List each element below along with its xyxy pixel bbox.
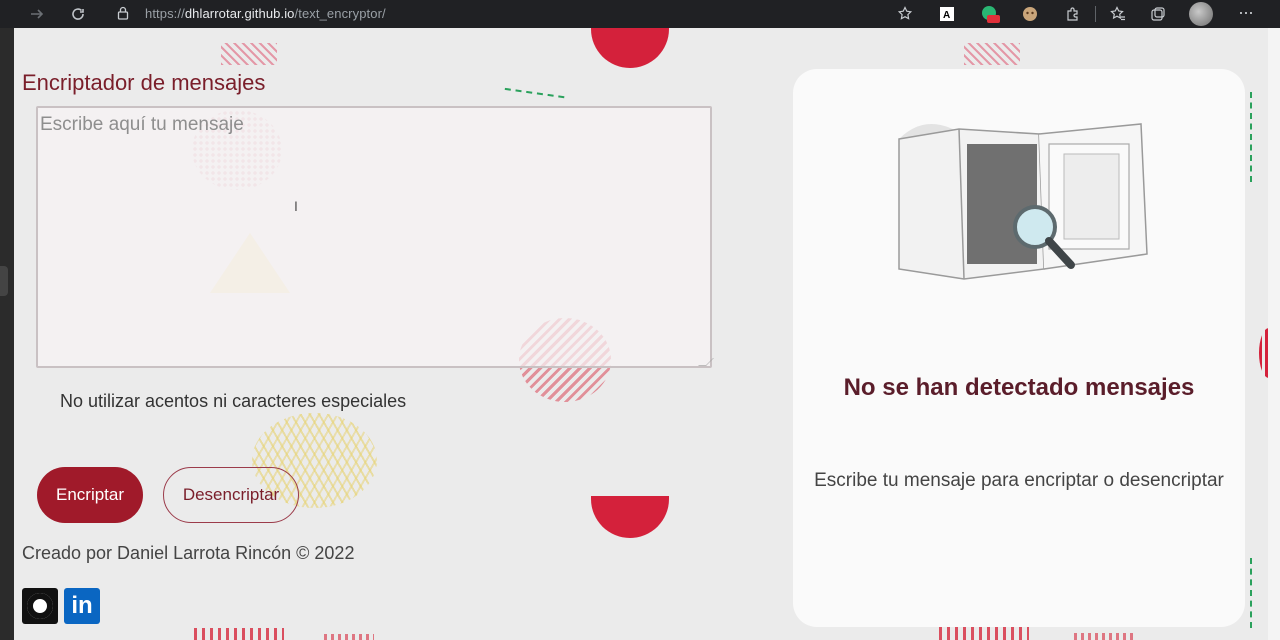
site-settings-icon[interactable] <box>895 4 915 24</box>
svg-text:A: A <box>943 10 950 21</box>
decor-cross-pattern <box>194 628 284 640</box>
decor-wave <box>964 43 1020 65</box>
decrypt-button[interactable]: Desencriptar <box>163 467 299 523</box>
lock-icon <box>116 6 130 20</box>
text-cursor-icon: I <box>294 198 298 214</box>
cookie-extension-icon[interactable] <box>1020 4 1040 24</box>
input-hint: No utilizar acentos ni caracteres especi… <box>60 391 407 411</box>
decor-dashed-line <box>1250 92 1252 182</box>
decor-cross-pattern <box>1074 633 1134 640</box>
page-content: Encriptador de mensajes I No utilizar ac… <box>14 28 1268 640</box>
extensions-puzzle-icon[interactable] <box>1063 4 1083 24</box>
output-card: No se han detectado mensajes Escribe tu … <box>793 69 1245 627</box>
address-bar[interactable]: https://dhlarrotar.github.io/text_encryp… <box>145 6 386 21</box>
decor-wave <box>221 43 277 65</box>
font-extension-icon[interactable]: A <box>937 4 957 24</box>
linkedin-icon[interactable]: in <box>64 588 100 624</box>
decor-dashed-line <box>1250 558 1252 628</box>
decor-dashed-line <box>503 87 565 107</box>
decor-red-semicircle <box>591 28 669 68</box>
favorites-icon[interactable] <box>1108 4 1128 24</box>
decor-cross-pattern <box>324 634 374 640</box>
extension-off-icon[interactable] <box>980 4 1000 24</box>
url-host: dhlarrotar.github.io <box>184 6 295 21</box>
open-safe-illustration <box>898 123 1148 280</box>
url-scheme: https:// <box>145 6 185 21</box>
footer-credit: Creado por Daniel Larrota Rincón © 2022 <box>22 543 355 563</box>
decor-striped-circle <box>1259 328 1268 378</box>
page-title: Encriptador de mensajes <box>22 70 266 95</box>
empty-state-title: No se han detectado mensajes <box>843 374 1195 401</box>
decor-cross-pattern <box>939 625 1029 640</box>
empty-state-subtitle: Escribe tu mensaje para encriptar o dese… <box>814 470 1224 491</box>
more-menu-icon[interactable]: ··· <box>1238 2 1254 23</box>
github-icon[interactable] <box>22 588 58 624</box>
browser-toolbar: https://dhlarrotar.github.io/text_encryp… <box>0 0 1280 28</box>
encrypt-button[interactable]: Encriptar <box>37 467 143 523</box>
reload-icon[interactable] <box>67 3 89 25</box>
profile-avatar[interactable] <box>1189 2 1213 26</box>
side-strip <box>0 28 14 640</box>
collections-icon[interactable] <box>1148 4 1168 24</box>
message-input[interactable] <box>36 106 712 368</box>
toolbar-divider <box>1095 6 1096 22</box>
scrollbar-track[interactable] <box>1268 28 1280 640</box>
url-path: /text_encryptor/ <box>294 6 386 21</box>
forward-arrow-icon[interactable] <box>26 3 48 25</box>
decor-red-semicircle <box>591 496 669 538</box>
